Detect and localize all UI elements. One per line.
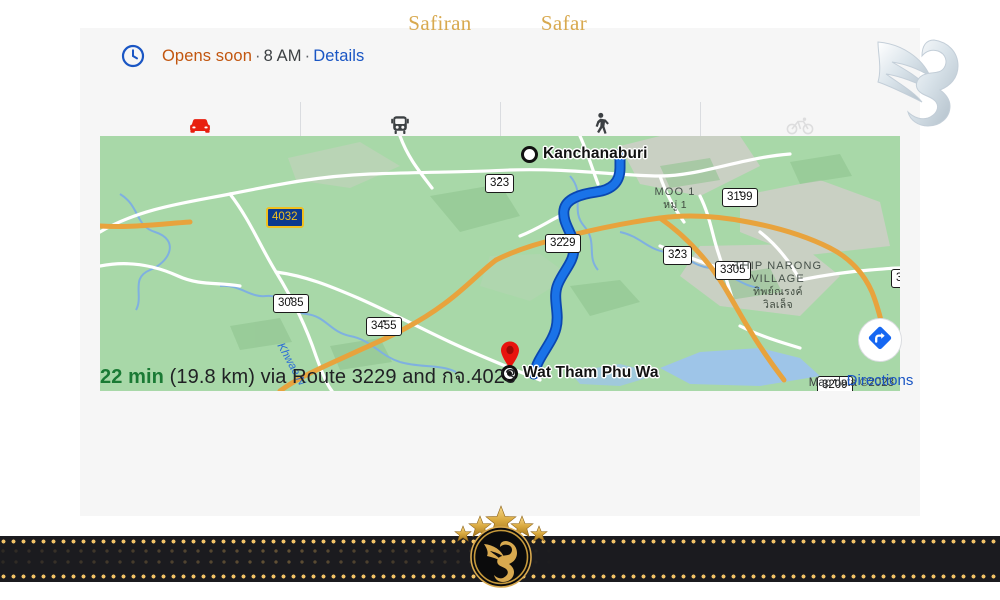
details-link[interactable]: Details — [313, 47, 364, 65]
directions-button[interactable]: Directions — [820, 318, 940, 389]
open-time-label: 8 AM — [263, 46, 302, 65]
route-summary: 22 min (19.8 km) via Route 3229 and กจ.4… — [100, 360, 660, 392]
directions-arrow-icon — [866, 324, 894, 357]
hours-separator-1: · — [254, 46, 261, 65]
route-shield-3229: 3229 — [545, 234, 581, 253]
origin-label: Kanchanaburi — [543, 145, 648, 162]
directions-icon-circle[interactable] — [858, 318, 902, 362]
map-label-moo-1: MOO 1 — [654, 186, 696, 198]
footer-brand-right: Safar — [540, 11, 588, 35]
train-icon — [390, 114, 410, 136]
opening-hours-row: Opens soon · 8 AM · Details — [80, 28, 920, 84]
route-shield-323-a: 323 — [485, 174, 515, 193]
map-label-thip-thai-1: ทิพย์ณรงค์ — [753, 286, 803, 298]
route-map[interactable]: 4032 323 3229 323 3199 3305 324 3085 345… — [100, 136, 900, 391]
route-shield-324: 324 — [891, 269, 900, 288]
clock-icon — [120, 43, 146, 69]
route-shield-3085: 3085 — [273, 294, 309, 313]
safiran-swan-badge — [470, 526, 532, 588]
route-shield-3199: 3199 — [722, 188, 758, 207]
safiran-swan-logo — [862, 24, 972, 134]
place-directions-card: Opens soon · 8 AM · Details 4032 323 322… — [80, 28, 920, 516]
route-duration: 22 min — [100, 366, 164, 388]
directions-label[interactable]: Directions — [847, 372, 914, 389]
origin-marker-kanchanaburi[interactable]: Kanchanaburi — [521, 145, 648, 163]
map-label-thip-narong: THIP NARONG — [733, 260, 823, 272]
route-distance-and-via: (19.8 km) via Route 3229 and กจ.4023 — [163, 366, 517, 388]
map-label-thip-thai-2: วิลเล็จ — [762, 299, 794, 311]
route-shield-323-b: 323 — [663, 246, 693, 265]
route-shield-4032: 4032 — [266, 207, 304, 228]
footer-brand-left: Safiran — [408, 11, 472, 35]
walking-icon — [591, 112, 609, 138]
hours-separator-2: · — [304, 46, 311, 65]
open-status-label: Opens soon — [162, 46, 252, 65]
opening-hours-text: Opens soon · 8 AM · Details — [162, 47, 364, 66]
route-shield-3455: 3455 — [366, 317, 402, 336]
map-label-village: VILLAGE — [751, 273, 805, 285]
circle-marker — [521, 145, 538, 163]
car-icon — [187, 114, 213, 136]
bicycle-icon — [786, 115, 814, 135]
map-label-moo-1-thai: หมู่ 1 — [663, 199, 687, 211]
